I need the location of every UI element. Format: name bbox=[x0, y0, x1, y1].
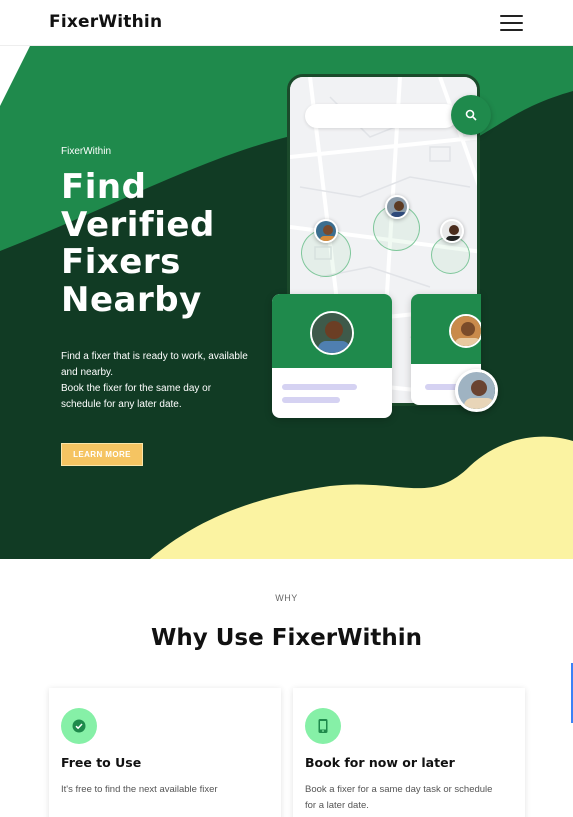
feature-card: Book for now or later Book a fixer for a… bbox=[293, 688, 525, 817]
navbar: FixerWithin bbox=[0, 0, 573, 46]
hero-eyebrow: FixerWithin bbox=[61, 146, 112, 157]
feature-card: Free to Use It's free to find the next a… bbox=[49, 688, 281, 817]
fixer-detail-placeholder bbox=[282, 397, 340, 403]
hero-description: Find a fixer that is ready to work, avai… bbox=[61, 349, 251, 413]
learn-more-button[interactable]: LEARN MORE bbox=[61, 443, 143, 466]
brand-logo[interactable]: FixerWithin bbox=[49, 12, 162, 32]
fixer-avatar[interactable] bbox=[455, 369, 498, 412]
fixer-map-pin[interactable] bbox=[440, 219, 464, 243]
fixer-avatar bbox=[310, 311, 354, 355]
section-title: Why Use FixerWithin bbox=[151, 625, 422, 651]
map-search-input[interactable] bbox=[305, 104, 457, 128]
section-eyebrow: WHY bbox=[275, 593, 298, 603]
check-badge-icon bbox=[61, 708, 97, 744]
hero-description-line: Book the fixer for the same day or sched… bbox=[61, 383, 212, 410]
feature-title: Free to Use bbox=[61, 755, 142, 770]
hero-description-line: Find a fixer that is ready to work, avai… bbox=[61, 351, 248, 378]
mobile-phone-icon bbox=[305, 708, 341, 744]
fixer-map-pin[interactable] bbox=[314, 219, 338, 243]
search-icon[interactable] bbox=[451, 95, 491, 135]
feature-description: Book a fixer for a same day task or sche… bbox=[305, 784, 493, 811]
hero-title: Find Verified Fixers Nearby bbox=[61, 167, 215, 320]
hamburger-menu-icon[interactable] bbox=[498, 13, 525, 33]
landing-page: FixerWithin FixerWithin Find Verified Fi… bbox=[0, 0, 573, 817]
feature-title: Book for now or later bbox=[305, 755, 455, 770]
fixer-card[interactable] bbox=[272, 294, 392, 418]
fixer-map-pin[interactable] bbox=[385, 195, 409, 219]
fixer-name-placeholder bbox=[282, 384, 357, 390]
feature-description: It's free to find the next available fix… bbox=[61, 784, 218, 795]
fixer-avatar bbox=[449, 314, 481, 348]
